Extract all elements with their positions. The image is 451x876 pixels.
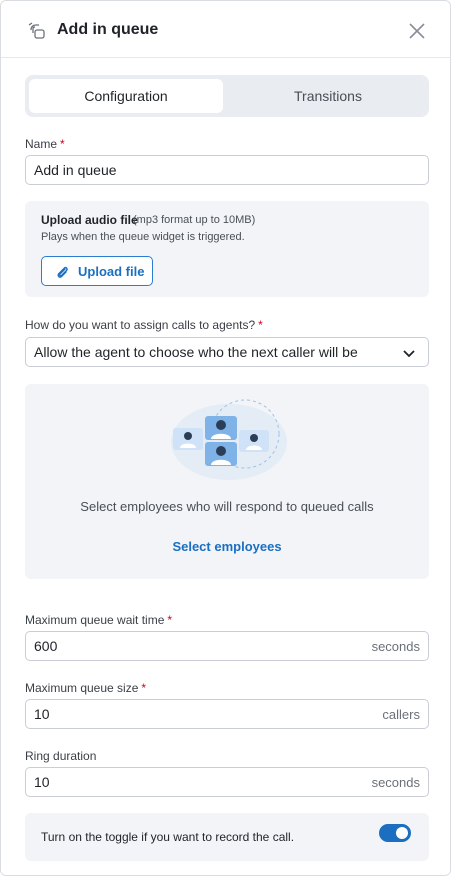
name-field[interactable]: Add in queue bbox=[25, 155, 429, 185]
ring-duration-unit: seconds bbox=[371, 775, 420, 790]
record-description: Turn on the toggle if you want to record… bbox=[41, 830, 295, 844]
chevron-down-icon bbox=[403, 350, 415, 358]
upload-file-label: Upload file bbox=[78, 264, 145, 279]
assign-select[interactable]: Allow the agent to choose who the next c… bbox=[25, 337, 429, 367]
assign-select-value: Allow the agent to choose who the next c… bbox=[34, 344, 358, 360]
wait-time-value: 600 bbox=[34, 638, 58, 654]
employees-description: Select employees who will respond to que… bbox=[80, 499, 374, 514]
required-mark: * bbox=[60, 137, 65, 151]
ring-duration-value: 10 bbox=[34, 774, 50, 790]
close-icon[interactable] bbox=[407, 21, 427, 41]
queue-size-value: 10 bbox=[34, 706, 50, 722]
tab-transitions[interactable]: Transitions bbox=[231, 79, 425, 113]
record-card: Turn on the toggle if you want to record… bbox=[25, 813, 429, 861]
toggle-knob bbox=[396, 827, 408, 839]
name-label-text: Name bbox=[25, 137, 58, 151]
queue-size-label: Maximum queue size * bbox=[25, 681, 146, 695]
panel-body: Configuration Transitions Name * Add in q… bbox=[1, 59, 450, 875]
tab-bar: Configuration Transitions bbox=[25, 75, 429, 117]
employees-card: Select employees who will respond to que… bbox=[25, 384, 429, 579]
employees-illustration bbox=[171, 399, 287, 480]
panel-header: Add in queue bbox=[1, 1, 450, 58]
queue-size-field[interactable]: 10 callers bbox=[25, 699, 429, 729]
upload-subtitle: Plays when the queue widget is triggered… bbox=[41, 231, 245, 243]
upload-title: Upload audio file bbox=[41, 213, 138, 227]
assign-label: How do you want to assign calls to agent… bbox=[25, 318, 263, 332]
panel-title: Add in queue bbox=[57, 21, 159, 38]
ring-duration-field[interactable]: 10 seconds bbox=[25, 767, 429, 797]
wait-time-field[interactable]: 600 seconds bbox=[25, 631, 429, 661]
name-label: Name * bbox=[25, 137, 65, 151]
wait-time-unit: seconds bbox=[371, 639, 420, 654]
queue-size-label-text: Maximum queue size bbox=[25, 681, 139, 695]
name-field-value: Add in queue bbox=[34, 162, 117, 178]
record-toggle[interactable] bbox=[379, 824, 411, 842]
queue-size-unit: callers bbox=[382, 707, 420, 722]
paperclip-icon bbox=[57, 266, 68, 278]
required-mark: * bbox=[167, 613, 173, 627]
upload-hint: (mp3 format up to 10MB) bbox=[133, 214, 256, 226]
wait-time-label: Maximum queue wait time * bbox=[25, 613, 172, 627]
assign-label-text: How do you want to assign calls to agent… bbox=[25, 318, 256, 332]
required-mark: * bbox=[258, 318, 263, 332]
required-mark: * bbox=[141, 681, 147, 695]
queue-icon bbox=[28, 22, 45, 39]
ring-duration-label: Ring duration bbox=[25, 749, 96, 763]
ring-duration-label-text: Ring duration bbox=[25, 749, 97, 763]
tab-configuration[interactable]: Configuration bbox=[29, 79, 223, 113]
upload-card: Upload audio file (mp3 format up to 10MB… bbox=[25, 201, 429, 297]
queue-settings-panel: Add in queue Configuration Transitions N… bbox=[0, 0, 451, 876]
wait-time-label-text: Maximum queue wait time bbox=[25, 613, 165, 627]
upload-file-button[interactable]: Upload file bbox=[41, 256, 153, 286]
select-employees-link[interactable]: Select employees bbox=[25, 539, 429, 554]
